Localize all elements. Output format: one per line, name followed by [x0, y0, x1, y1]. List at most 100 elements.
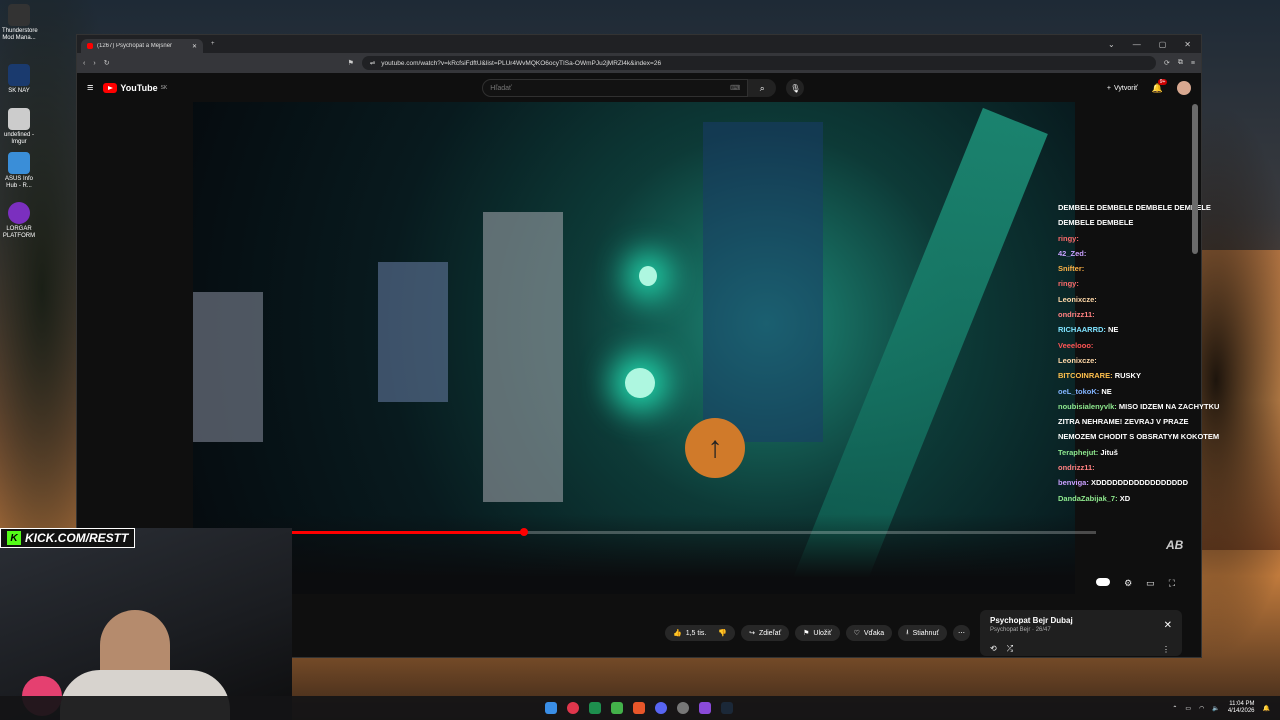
battery-icon[interactable]: ▭: [1185, 705, 1191, 712]
windows-start-icon[interactable]: [545, 702, 557, 714]
address-bar[interactable]: ⇌ youtube.com/watch?v=kRcfsiFdftU&list=P…: [361, 56, 1157, 70]
back-icon[interactable]: ‹: [83, 60, 85, 67]
kick-banner: K KICK.COM/RESTT: [0, 528, 136, 548]
desktop-icon-asus[interactable]: ASUS Info Hub - R...: [2, 152, 36, 190]
progress-scrubber[interactable]: [520, 528, 528, 536]
minimize-button[interactable]: —: [1133, 40, 1141, 49]
chat-username[interactable]: BITCOINRARE:: [1058, 371, 1113, 380]
desktop-icon-lorgar[interactable]: LORGAR PLATFORM: [2, 202, 36, 240]
shuffle-icon[interactable]: ⤮: [1007, 644, 1013, 654]
browser-icon[interactable]: [633, 702, 645, 714]
clock[interactable]: 11:04 PM 4/14/2026: [1228, 701, 1255, 715]
chat-username[interactable]: ringy:: [1058, 279, 1079, 288]
forward-icon[interactable]: ›: [93, 60, 95, 67]
maps-pin-icon[interactable]: [567, 702, 579, 714]
loop-icon[interactable]: ⟲: [990, 644, 997, 654]
settings-gear-icon[interactable]: ⚙: [1124, 578, 1132, 589]
spreadsheet-icon[interactable]: [611, 702, 623, 714]
avatar[interactable]: [1177, 81, 1191, 95]
translate-icon[interactable]: ⟳: [1164, 59, 1170, 67]
thanks-label: Vďaka: [863, 629, 885, 637]
dislike-icon[interactable]: 👎: [718, 629, 727, 637]
settings-icon[interactable]: [677, 702, 689, 714]
page-scrollbar[interactable]: [1192, 104, 1198, 254]
steam-icon[interactable]: [721, 702, 733, 714]
xbox-icon[interactable]: [589, 702, 601, 714]
more-actions-button[interactable]: ⋯: [952, 625, 970, 641]
wifi-icon[interactable]: ◠: [1199, 705, 1204, 712]
chat-username[interactable]: Leonixcze:: [1058, 356, 1097, 365]
youtube-play-icon: [103, 83, 118, 93]
create-button[interactable]: + Vytvoriť: [1107, 85, 1138, 92]
notification-center-icon[interactable]: 🔔: [1263, 705, 1270, 712]
volume-icon[interactable]: 🔈: [1212, 705, 1219, 712]
desktop-icon-thunderstore[interactable]: Thunderstore Mod Mana...: [2, 4, 38, 42]
search-icon: ⌕: [759, 82, 765, 93]
video-progress-bar[interactable]: [216, 528, 1096, 536]
search-button[interactable]: ⌕: [748, 79, 777, 97]
chat-username[interactable]: DandaZabijak_7:: [1058, 494, 1118, 503]
chat-message: benviga: XDDDDDDDDDDDDDDDDD: [1058, 475, 1228, 490]
close-playlist-icon[interactable]: ✕: [1164, 620, 1172, 631]
maximize-button[interactable]: ▢: [1159, 40, 1167, 49]
theater-mode-icon[interactable]: ▭: [1146, 578, 1155, 589]
chat-username[interactable]: oeL_tokoK:: [1058, 387, 1099, 396]
reload-icon[interactable]: ↻: [104, 59, 110, 67]
chat-username[interactable]: Snifter:: [1058, 264, 1084, 273]
chat-message: Veeelooo:: [1058, 338, 1228, 353]
discord-icon[interactable]: [655, 702, 667, 714]
close-tab-icon[interactable]: ✕: [192, 43, 197, 50]
chat-username[interactable]: Leonixcze:: [1058, 295, 1097, 304]
chat-username[interactable]: noubisialenyvlk:: [1058, 402, 1117, 411]
asus-info-icon: [8, 152, 30, 174]
share-button[interactable]: ↪ Zdieľať: [741, 625, 790, 641]
notifications-button[interactable]: 🔔 9+: [1152, 78, 1168, 94]
browser-tab[interactable]: (1267) Psychopat a Mejsner ✕: [81, 39, 203, 53]
chat-username[interactable]: Teraphejut:: [1058, 448, 1098, 457]
region-code: SK: [160, 85, 168, 91]
new-tab-button[interactable]: +: [211, 41, 215, 47]
video-player[interactable]: ↑: [193, 102, 1075, 594]
playlist-channel[interactable]: Psychopat Bejr: [990, 627, 1030, 633]
clock-time: 11:04 PM: [1229, 701, 1255, 707]
mic-icon: 🎙: [790, 83, 801, 93]
chat-message: Leonixcze:: [1058, 353, 1228, 368]
chat-message: ringy:: [1058, 276, 1228, 291]
notification-badge: 9+: [1157, 78, 1168, 85]
tab-search-icon[interactable]: ⌄: [1108, 40, 1115, 49]
close-window-button[interactable]: ✕: [1184, 40, 1191, 49]
voice-search-button[interactable]: 🎙: [786, 79, 805, 97]
building: [483, 212, 563, 502]
desktop-icon-label: undefined - Imgur: [3, 132, 35, 145]
desktop-icon-imgur[interactable]: undefined - Imgur: [2, 108, 36, 146]
tray-chevron-icon[interactable]: ⌃: [1172, 705, 1177, 712]
desktop-icon-sknay[interactable]: SK NAY: [2, 64, 36, 95]
autoplay-toggle[interactable]: [1096, 578, 1111, 586]
chat-username[interactable]: ondrizz11:: [1058, 310, 1095, 319]
chat-username[interactable]: ondrizz11:: [1058, 463, 1095, 472]
chat-message: 42_Zed:: [1058, 246, 1228, 261]
youtube-logo[interactable]: YouTube SK: [103, 83, 167, 93]
menu-icon[interactable]: ≡: [1191, 60, 1195, 67]
search-input[interactable]: Hľadať ⌨: [482, 79, 749, 97]
chat-username[interactable]: 42_Zed:: [1058, 249, 1086, 258]
extensions-icon[interactable]: ⧉: [1178, 59, 1183, 67]
bookmark-icon[interactable]: ⚑: [348, 59, 354, 67]
playlist-position: 26/47: [1035, 627, 1051, 633]
keyboard-icon[interactable]: ⌨: [730, 84, 740, 92]
chat-username[interactable]: benviga:: [1058, 478, 1089, 487]
thanks-button[interactable]: ♡ Vďaka: [845, 625, 893, 641]
app-icon[interactable]: [699, 702, 711, 714]
chat-username[interactable]: RICHAARRD:: [1058, 325, 1106, 334]
download-button[interactable]: ⭳ Stiahnuť: [898, 625, 947, 641]
chat-username[interactable]: Veeelooo:: [1058, 341, 1093, 350]
chat-text: Jituš: [1100, 447, 1118, 457]
like-button[interactable]: 👍 1,5 tis. 👎: [665, 625, 736, 641]
hamburger-menu-icon[interactable]: ≡: [87, 82, 93, 94]
chat-username[interactable]: ringy:: [1058, 234, 1079, 243]
playlist-title[interactable]: Psychopat Bejr Dubaj: [990, 616, 1172, 625]
save-button[interactable]: ⚑ Uložiť: [795, 625, 840, 641]
playlist-more-icon[interactable]: ⋮: [1162, 645, 1170, 654]
chat-message: BITCOINRARE: RUSKY: [1058, 368, 1228, 383]
fullscreen-icon[interactable]: ⛶: [1169, 578, 1175, 589]
